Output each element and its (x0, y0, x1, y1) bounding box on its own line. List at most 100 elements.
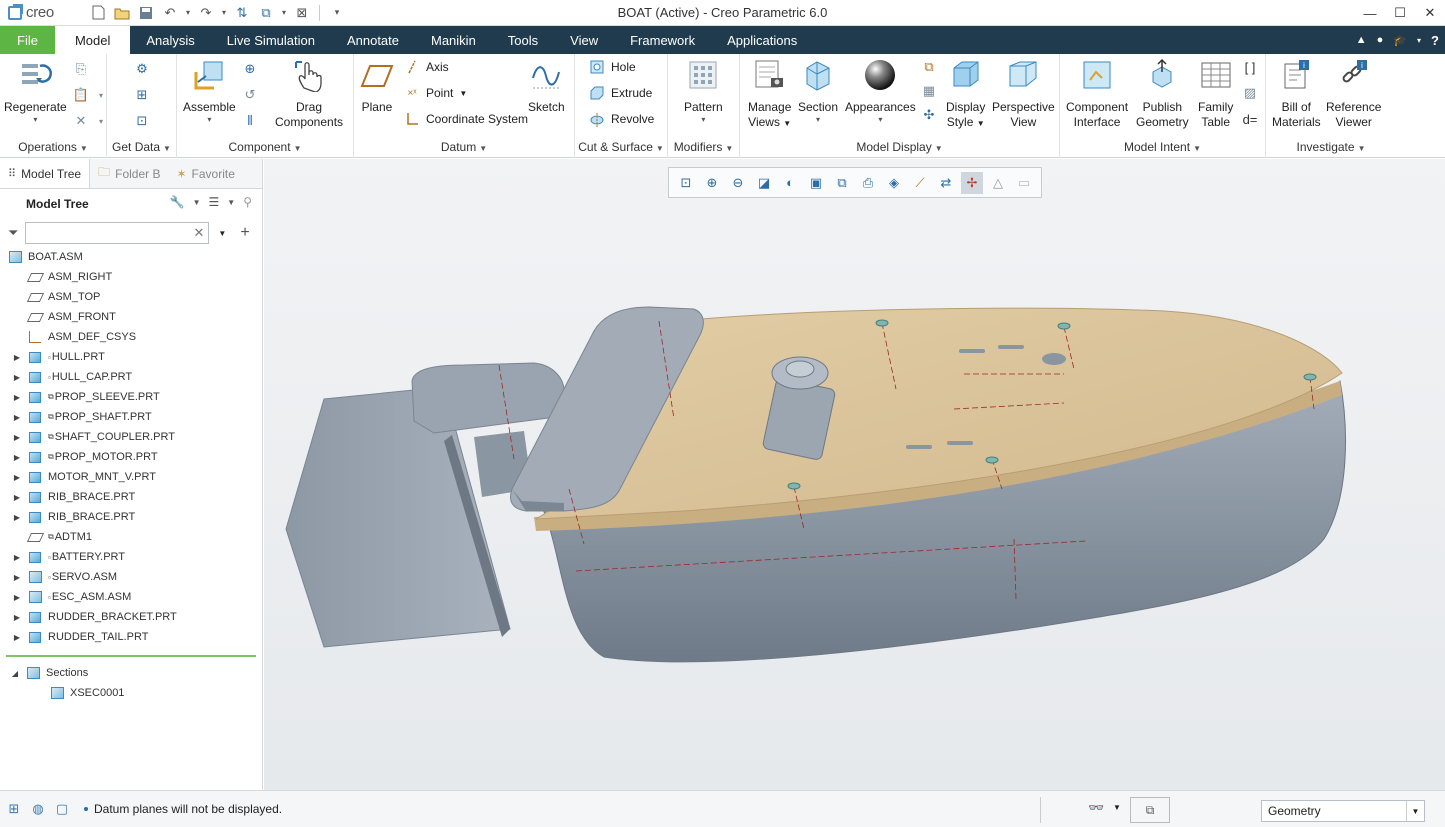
axis-button[interactable]: Axis (404, 57, 449, 77)
expand-arrow-icon[interactable]: ▶ (12, 393, 22, 402)
regenerate-qat-icon[interactable]: ⇅ (232, 4, 252, 22)
boat-3d-model[interactable] (264, 159, 1445, 790)
switch-dimensions-icon[interactable]: d= (1241, 110, 1259, 128)
tree-item-6[interactable]: ▶ ⧉ PROP_SLEEVE.PRT (0, 387, 262, 407)
new-file-icon[interactable] (88, 4, 108, 22)
user-icon[interactable]: ● (1377, 34, 1384, 46)
expand-arrow-icon[interactable]: ▶ (12, 473, 22, 482)
windows-dropdown-icon[interactable]: ▾ (280, 4, 288, 22)
paste-icon[interactable]: 📋 (72, 86, 90, 104)
pattern-dropdown-icon[interactable]: ▾ (701, 115, 705, 125)
close-window-icon[interactable]: ⊠ (292, 4, 312, 22)
family-table-button[interactable]: Family Table (1198, 58, 1233, 130)
windows-icon[interactable]: ⧉ (256, 4, 276, 22)
repeat-icon[interactable]: ↺ (241, 86, 259, 104)
tree-search-field[interactable]: ✕ (25, 222, 210, 244)
tree-item-4[interactable]: ▶ ▫ HULL.PRT (0, 347, 262, 367)
tab-view[interactable]: View (554, 26, 614, 54)
component-group-label[interactable]: Component ▼ (177, 140, 353, 154)
display-tools-icon-3[interactable]: ✣ (920, 106, 938, 124)
tree-item-16[interactable]: ▶ ▫ ESC_ASM.ASM (0, 587, 262, 607)
tab-analysis[interactable]: Analysis (130, 26, 210, 54)
expand-arrow-icon[interactable]: ▶ (12, 353, 22, 362)
point-dropdown-icon[interactable]: ▼ (459, 89, 467, 98)
expand-arrow-icon[interactable]: ▶ (12, 433, 22, 442)
coordinate-system-button[interactable]: Coordinate System (404, 109, 528, 129)
relations-bracket-icon[interactable]: [ ] (1241, 58, 1259, 76)
expand-arrow-icon[interactable]: ▶ (12, 513, 22, 522)
appearances-dropdown-icon[interactable]: ▾ (878, 115, 882, 125)
tree-columns-dropdown-icon[interactable]: ▼ (227, 198, 235, 207)
sketch-button[interactable]: Sketch (528, 58, 565, 115)
tree-search-input[interactable] (26, 223, 187, 243)
copy-icon[interactable]: ⎘ (72, 60, 90, 78)
help-icon[interactable]: ? (1431, 33, 1439, 48)
tree-item-3[interactable]: ASM_DEF_CSYS (0, 327, 262, 347)
tree-root-item[interactable]: BOAT.ASM (0, 247, 262, 267)
extrude-button[interactable]: Extrude (589, 83, 652, 103)
expand-arrow-icon[interactable]: ▶ (12, 573, 22, 582)
full-screen-icon[interactable]: ▢ (52, 799, 72, 819)
undo-icon[interactable]: ↶ (160, 4, 180, 22)
drag-components-button[interactable]: Drag Components (275, 58, 343, 130)
minimize-icon[interactable]: — (1355, 0, 1385, 26)
rudder-bracket[interactable] (411, 362, 565, 434)
tab-applications[interactable]: Applications (711, 26, 813, 54)
tab-model-tree[interactable]: ⠿ Model Tree (0, 159, 91, 188)
tree-item-10[interactable]: ▶ MOTOR_MNT_V.PRT (0, 467, 262, 487)
modifiers-group-label[interactable]: Modifiers ▼ (668, 140, 739, 154)
tab-favorites[interactable]: ✶ Favorite (168, 159, 242, 188)
expand-arrow-icon[interactable]: ▶ (12, 453, 22, 462)
pattern-button[interactable]: Pattern ▾ (684, 58, 723, 125)
tree-settings-dropdown-icon[interactable]: ▼ (193, 198, 201, 207)
tree-item-1[interactable]: ASM_TOP (0, 287, 262, 307)
learning-icon[interactable]: 🎓 (1393, 34, 1407, 47)
expand-arrow-icon[interactable]: ▶ (12, 413, 22, 422)
tree-item-11[interactable]: ▶ RIB_BRACE.PRT (0, 487, 262, 507)
section-item[interactable]: XSEC0001 (0, 683, 262, 703)
component-interface-button[interactable]: Component Interface (1066, 58, 1128, 130)
save-icon[interactable] (136, 4, 156, 22)
tab-live-simulation[interactable]: Live Simulation (211, 26, 331, 54)
clear-search-icon[interactable]: ✕ (194, 225, 205, 241)
redo-icon[interactable]: ↷ (196, 4, 216, 22)
manage-views-button[interactable]: Manage Views ▼ (748, 58, 791, 131)
collapse-arrow-icon[interactable]: ◢ (10, 669, 20, 678)
tree-item-9[interactable]: ▶ ⧉ PROP_MOTOR.PRT (0, 447, 262, 467)
reference-viewer-button[interactable]: i Reference Viewer (1326, 58, 1381, 130)
tab-file[interactable]: File (0, 26, 55, 54)
copy-geometry-icon[interactable]: ⊞ (133, 86, 151, 104)
datum-group-label[interactable]: Datum ▼ (354, 140, 574, 154)
tree-item-2[interactable]: ASM_FRONT (0, 307, 262, 327)
show-navigator-icon[interactable]: ⊞ (4, 799, 24, 819)
section-button[interactable]: Section ▾ (798, 58, 838, 125)
learning-dropdown-icon[interactable]: ▾ (1417, 36, 1421, 45)
tab-tools[interactable]: Tools (492, 26, 554, 54)
point-button[interactable]: ×ˣ Point ▼ (404, 83, 467, 103)
open-folder-icon[interactable] (112, 4, 132, 22)
display-tools-icon-1[interactable]: ⧉ (920, 58, 938, 76)
investigate-group-label[interactable]: Investigate ▼ (1266, 140, 1396, 154)
search-dropdown-icon[interactable]: ▼ (218, 229, 226, 238)
create-component-icon[interactable]: ⊕ (241, 60, 259, 78)
tab-framework[interactable]: Framework (614, 26, 711, 54)
shrinkwrap-icon[interactable]: ⊡ (133, 112, 151, 130)
cut-surface-group-label[interactable]: Cut & Surface ▼ (575, 140, 667, 154)
tree-item-5[interactable]: ▶ ▫ HULL_CAP.PRT (0, 367, 262, 387)
tree-filter-settings-icon[interactable]: ⚲ (243, 195, 252, 209)
user-defined-feature-icon[interactable]: ⚙ (133, 60, 151, 78)
browser-icon[interactable]: ◍ (28, 799, 48, 819)
find-binoculars-icon[interactable]: 👓 (1088, 800, 1104, 816)
tree-item-13[interactable]: ⧉ ADTM1 (0, 527, 262, 547)
graphics-window[interactable]: ⊡ ⊕ ⊖ ◪ ◐ ▣ ⧉ ⎙ ◈ ⟋ ⇄ ✢ △ ▭ (264, 159, 1445, 790)
assemble-button[interactable]: Assemble ▾ (183, 58, 236, 125)
expand-arrow-icon[interactable]: ▶ (12, 633, 22, 642)
model-intent-group-label[interactable]: Model Intent ▼ (1060, 140, 1265, 154)
hole-button[interactable]: Hole (589, 57, 636, 77)
tree-item-12[interactable]: ▶ RIB_BRACE.PRT (0, 507, 262, 527)
bill-of-materials-button[interactable]: i Bill of Materials (1272, 58, 1321, 130)
revolve-button[interactable]: Revolve (589, 109, 654, 129)
display-style-dropdown-icon[interactable]: ▼ (977, 119, 985, 128)
tree-item-14[interactable]: ▶ ▫ BATTERY.PRT (0, 547, 262, 567)
perspective-view-button[interactable]: Perspective View (992, 58, 1055, 130)
